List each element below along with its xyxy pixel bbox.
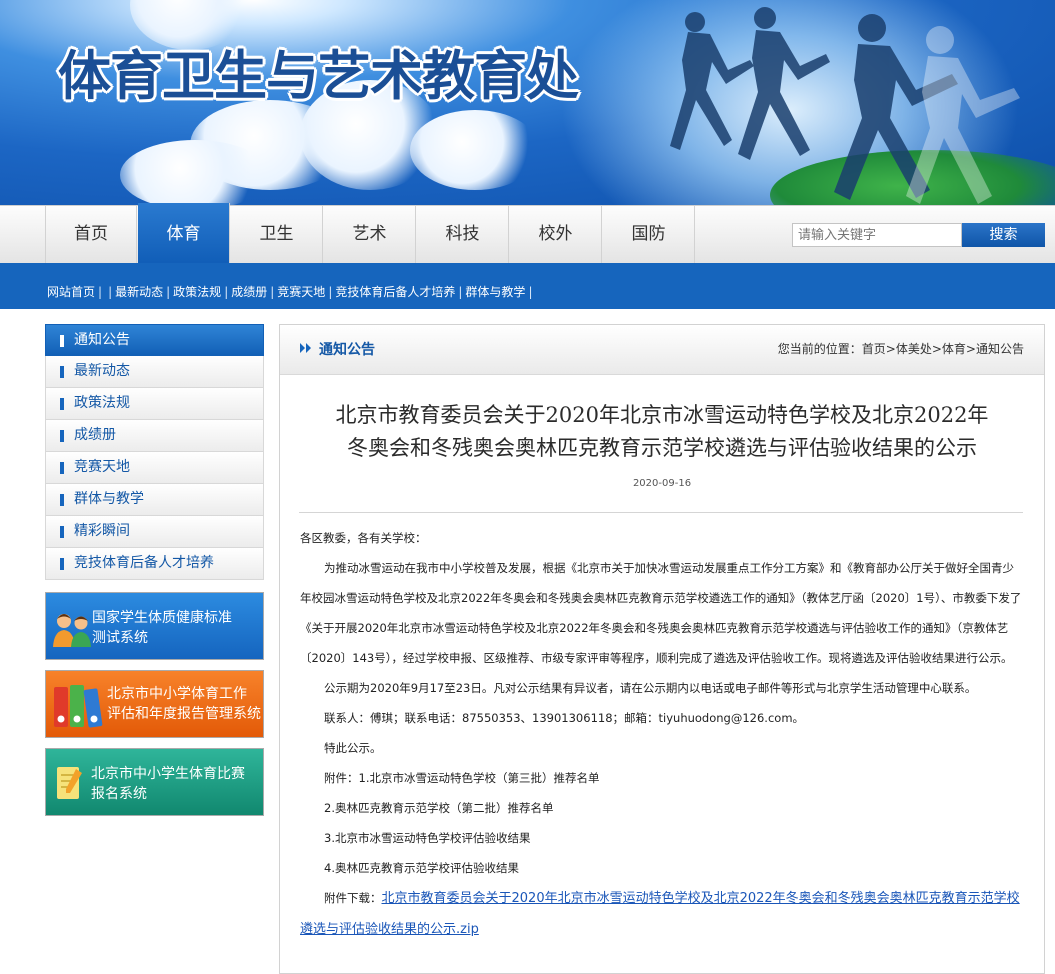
subnav-home[interactable]: 网站首页 [47, 285, 95, 299]
notepad-pencil-icon [57, 767, 82, 799]
breadcrumb-notices[interactable]: 通知公告 [976, 342, 1024, 356]
breadcrumb-sports[interactable]: 体育 [942, 342, 966, 356]
content-header: 通知公告 您当前的位置：首页>体美处>体育>通知公告 [280, 325, 1044, 375]
paragraph: 公示期为2020年9月17至23日。凡对公示结果有异议者，请在公示期内以电话或电… [324, 681, 977, 695]
site-title: 体育卫生与艺术教育处 [58, 45, 579, 107]
sidebar-item-latest-news[interactable]: 最新动态 [45, 356, 264, 388]
breadcrumb-home[interactable]: 首页 [862, 342, 886, 356]
promo-line2: 测试系统 [92, 630, 148, 646]
promo-line1: 国家学生体质健康标准 [92, 610, 232, 626]
breadcrumb-prefix: 您当前的位置： [777, 342, 862, 356]
download-label: 附件下载： [324, 891, 382, 905]
subnav-mass-sports[interactable]: 群体与教学 [465, 285, 525, 299]
attachment-item: 3.北京市冰雪运动特色学校评估验收结果 [324, 831, 531, 845]
closing-line: 特此公示。 [324, 741, 382, 755]
promo-line2: 评估和年度报告管理系统 [107, 706, 261, 722]
nav-arts[interactable]: 艺术 [324, 206, 416, 264]
bullet-bar [60, 398, 64, 410]
promo-fitness-test-system[interactable]: 国家学生体质健康标准 测试系统 [45, 592, 264, 660]
sub-nav-links: 网站首页 | | 最新动态 | 政策法规 | 成绩册 | 竞赛天地 | 竞技体育后备人才培养 | 群体与教… [47, 285, 533, 299]
article-title: 北京市教育委员会关于2020年北京市冰雪运动特色学校及北京2022年 冬奥会和冬… [300, 399, 1024, 465]
search-button[interactable]: 搜索 [962, 223, 1045, 247]
banner-cloud [120, 140, 270, 205]
subnav-talent-training[interactable]: 竞技体育后备人才培养 [335, 285, 455, 299]
bullet-bar [60, 494, 64, 506]
bullet-bar [60, 430, 64, 442]
subnav-latest-news[interactable]: 最新动态 [115, 285, 163, 299]
content-panel: 通知公告 您当前的位置：首页>体美处>体育>通知公告 北京市教育委员会关于202… [279, 324, 1045, 974]
bullet-bar [60, 558, 64, 570]
nav-home[interactable]: 首页 [45, 206, 137, 264]
nav-tech[interactable]: 科技 [417, 206, 509, 264]
subnav-policies[interactable]: 政策法规 [173, 285, 221, 299]
bullet-bar [60, 335, 64, 347]
sidebar-item-label: 竞技体育后备人才培养 [74, 555, 214, 571]
sidebar-item-label: 最新动态 [74, 363, 130, 379]
double-arrow-icon [300, 343, 311, 353]
nav-defense[interactable]: 国防 [603, 206, 695, 264]
sidebar-item-policies[interactable]: 政策法规 [45, 388, 264, 420]
promo-line1: 北京市中小学生体育比赛 [91, 766, 245, 782]
search-input[interactable] [792, 223, 962, 247]
promo-line1: 北京市中小学体育工作 [107, 686, 247, 702]
nav-health[interactable]: 卫生 [231, 206, 323, 264]
article-title-line2: 冬奥会和冬残奥会奥林匹克教育示范学校遴选与评估验收结果的公示 [347, 436, 977, 460]
runners-illustration [670, 7, 1020, 204]
salutation: 各区教委，各有关学校： [300, 531, 427, 545]
article-date: 2020-09-16 [632, 478, 692, 489]
attachment-item: 2.奥林匹克教育示范学校（第二批）推荐名单 [324, 801, 554, 815]
promo-competition-signup-system[interactable]: 北京市中小学生体育比赛 报名系统 [45, 748, 264, 816]
header-banner: 体育卫生与艺术教育处 [0, 0, 1055, 205]
attachment-item: 4.奥林匹克教育示范学校评估验收结果 [324, 861, 519, 875]
sub-nav: 网站首页 | | 最新动态 | 政策法规 | 成绩册 | 竞赛天地 | 竞技体育后备人才培养 | 群体与教… [0, 263, 1055, 309]
sidebar-item-label: 成绩册 [74, 427, 116, 443]
binders-icon [54, 685, 103, 728]
promo-text: 北京市中小学生体育比赛 报名系统 [91, 764, 245, 804]
sidebar-item-label: 政策法规 [74, 395, 130, 411]
download-line: 附件下载：北京市教育委员会关于2020年北京市冰雪运动特色学校及北京2022年冬… [300, 883, 1024, 945]
sidebar-item-notices[interactable]: 通知公告 [45, 324, 264, 356]
subnav-competitions[interactable]: 竞赛天地 [277, 285, 325, 299]
sidebar-item-label: 群体与教学 [74, 491, 144, 507]
sidebar-item-label: 竞赛天地 [74, 459, 130, 475]
sidebar-item-label: 精彩瞬间 [74, 523, 130, 539]
sidebar-item-talent-training[interactable]: 竞技体育后备人才培养 [45, 548, 264, 580]
section-title: 通知公告 [319, 342, 375, 358]
article-body: 各区教委，各有关学校： 为推动冰雪运动在我市中小学校普及发展，根据《北京市关于加… [300, 523, 1024, 945]
bullet-bar [60, 526, 64, 538]
paragraph: 为推动冰雪运动在我市中小学校普及发展，根据《北京市关于加快冰雪运动发展重点工作分… [300, 561, 1022, 665]
students-icon [53, 614, 91, 647]
sidebar-item-results[interactable]: 成绩册 [45, 420, 264, 452]
promo-text: 北京市中小学体育工作 评估和年度报告管理系统 [107, 684, 261, 724]
bullet-bar [60, 366, 64, 378]
subnav-results[interactable]: 成绩册 [231, 285, 267, 299]
breadcrumb: 您当前的位置：首页>体美处>体育>通知公告 [777, 342, 1024, 356]
sidebar-item-mass-sports[interactable]: 群体与教学 [45, 484, 264, 516]
attachment-item: 附件：1.北京市冰雪运动特色学校（第三批）推荐名单 [324, 771, 600, 785]
contact-line: 联系人：傅琪；联系电话：87550353、13901306118；邮箱：tiyu… [324, 711, 805, 725]
banner-cloud [410, 110, 540, 190]
promo-line2: 报名系统 [91, 786, 147, 802]
bullet-bar [60, 462, 64, 474]
nav-sports[interactable]: 体育 [138, 203, 230, 277]
sidebar-item-competitions[interactable]: 竞赛天地 [45, 452, 264, 484]
promo-text: 国家学生体质健康标准 测试系统 [92, 608, 232, 648]
sidebar-menu: 通知公告 最新动态 政策法规 成绩册 竞赛天地 群体与教学 精彩瞬间 竞技体育后… [45, 324, 264, 580]
divider [299, 512, 1023, 513]
article-title-line1: 北京市教育委员会关于2020年北京市冰雪运动特色学校及北京2022年 [335, 403, 989, 427]
sidebar-item-highlights[interactable]: 精彩瞬间 [45, 516, 264, 548]
promo-pe-evaluation-system[interactable]: 北京市中小学体育工作 评估和年度报告管理系统 [45, 670, 264, 738]
breadcrumb-dept[interactable]: 体美处 [896, 342, 932, 356]
sidebar-item-label: 通知公告 [74, 332, 130, 348]
nav-extracurricular[interactable]: 校外 [510, 206, 602, 264]
main-nav: 首页 体育 卫生 艺术 科技 校外 国防 搜索 [0, 203, 1055, 277]
attachment-download-link[interactable]: 北京市教育委员会关于2020年北京市冰雪运动特色学校及北京2022年冬奥会和冬残… [300, 891, 1020, 937]
